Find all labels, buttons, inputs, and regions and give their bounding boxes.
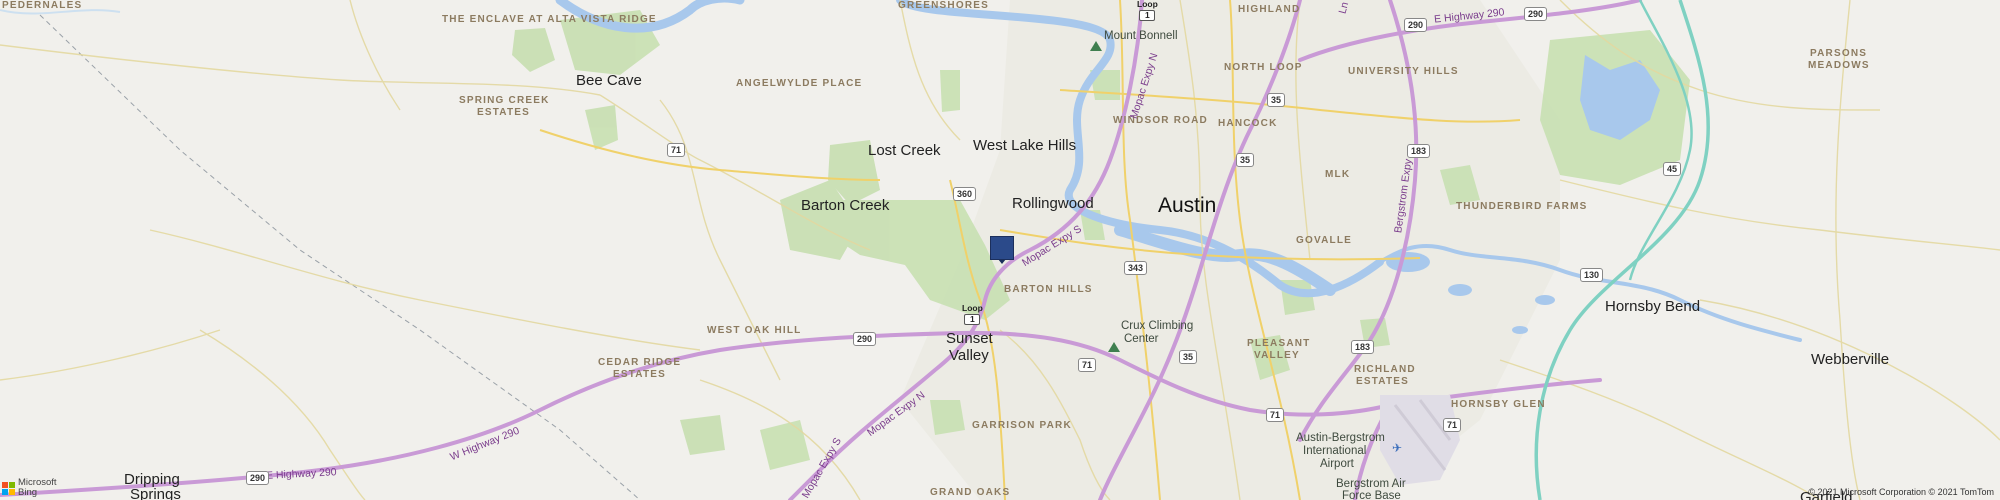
shield-loop-1-south: Loop 1 xyxy=(962,304,983,325)
poi-mount-bonnell[interactable]: Mount Bonnell xyxy=(1104,30,1178,43)
shield-71-east: 71 xyxy=(1443,418,1462,432)
shield-183-south: 183 xyxy=(1351,340,1375,354)
hood-cedar-ridge-line2: ESTATES xyxy=(613,369,667,380)
logo-square-green xyxy=(9,481,15,488)
hood-enclave: THE ENCLAVE AT ALTA VISTA RIDGE xyxy=(442,14,657,25)
hood-hancock: HANCOCK xyxy=(1218,118,1278,129)
logo-line2: Bing xyxy=(18,487,38,498)
shield-290-west: 290 xyxy=(853,332,877,346)
shield-290-ne2: 290 xyxy=(1524,7,1548,21)
map-canvas[interactable]: Bee Cave Lost Creek West Lake Hills Bart… xyxy=(0,0,2000,500)
shield-71-west: 71 xyxy=(667,143,686,157)
shield-45: 45 xyxy=(1663,162,1682,176)
hood-thunderbird-farms: THUNDERBIRD FARMS xyxy=(1456,201,1588,212)
shield-35-north: 35 xyxy=(1267,93,1286,107)
poi-crux-line2[interactable]: Center xyxy=(1124,333,1159,346)
mount-bonnell-icon[interactable] xyxy=(1090,41,1102,51)
city-sunset-valley-line2: Valley xyxy=(949,347,989,364)
hood-highland: HIGHLAND xyxy=(1238,4,1301,15)
hood-mlk: MLK xyxy=(1325,169,1351,180)
city-rollingwood: Rollingwood xyxy=(1012,195,1094,212)
hood-cedar-ridge-line1: CEDAR RIDGE xyxy=(598,357,682,368)
city-dripping-springs-line2: Springs xyxy=(130,486,181,500)
hood-west-oak-hill: WEST OAK HILL xyxy=(707,325,802,336)
logo-square-blue xyxy=(2,488,8,495)
shield-loop-1-north: Loop 1 xyxy=(1137,0,1158,21)
shield-343: 343 xyxy=(1124,261,1148,275)
hood-pleasant-valley-line2: VALLEY xyxy=(1254,350,1300,361)
location-pin[interactable] xyxy=(990,236,1014,264)
hood-university-hills: UNIVERSITY HILLS xyxy=(1348,66,1459,77)
shield-71-central: 71 xyxy=(1078,358,1097,372)
shield-35-central: 35 xyxy=(1236,153,1255,167)
hood-pleasant-valley-line1: PLEASANT xyxy=(1247,338,1311,349)
hood-garrison-park: GARRISON PARK xyxy=(972,420,1072,431)
microsoft-bing-logo: Microsoft Bing xyxy=(2,478,57,498)
logo-square-yellow xyxy=(9,488,15,495)
poi-airport-line2[interactable]: International xyxy=(1303,445,1366,458)
shield-130: 130 xyxy=(1580,268,1604,282)
city-sunset-valley-line1: Sunset xyxy=(946,330,993,347)
shield-290-southwest: 290 xyxy=(246,471,270,485)
logo-text: Microsoft Bing xyxy=(18,478,57,498)
hood-hornsby-glen: HORNSBY GLEN xyxy=(1451,399,1546,410)
loop-number: 1 xyxy=(1139,10,1156,21)
city-west-lake-hills: West Lake Hills xyxy=(973,137,1077,154)
hood-richland-line2: ESTATES xyxy=(1356,376,1410,387)
city-hornsby-bend: Hornsby Bend xyxy=(1605,298,1701,315)
hood-govalle: GOVALLE xyxy=(1296,235,1352,246)
shield-183-north: 183 xyxy=(1407,144,1431,158)
shield-360: 360 xyxy=(953,187,977,201)
airport-plane-icon[interactable]: ✈ xyxy=(1392,441,1402,455)
city-austin: Austin xyxy=(1158,194,1217,217)
microsoft-logo-icon xyxy=(2,481,15,495)
hood-spring-creek-line2: ESTATES xyxy=(477,107,531,118)
shield-35-south: 35 xyxy=(1179,350,1198,364)
poi-airport-line1[interactable]: Austin-Bergstrom xyxy=(1296,432,1385,445)
loop-label: Loop xyxy=(1137,0,1158,9)
hood-grand-oaks: GRAND OAKS xyxy=(930,487,1011,498)
poi-crux-line1[interactable]: Crux Climbing xyxy=(1121,320,1193,333)
crux-climbing-icon[interactable] xyxy=(1108,342,1120,352)
hood-parsons-meadows-line2: MEADOWS xyxy=(1808,60,1870,71)
hood-greenshores: GREENSHORES xyxy=(898,0,989,11)
hood-richland-line1: RICHLAND xyxy=(1354,364,1416,375)
hood-pedernales: PEDERNALES xyxy=(2,0,83,11)
loop-number: 1 xyxy=(964,314,981,325)
map-attribution[interactable]: © 2021 Microsoft Corporation © 2021 TomT… xyxy=(1808,487,1994,497)
city-bee-cave: Bee Cave xyxy=(576,72,642,89)
loop-label: Loop xyxy=(962,303,983,313)
poi-afb-line2: Force Base xyxy=(1342,490,1401,500)
city-lost-creek: Lost Creek xyxy=(868,142,941,159)
shield-71-central2: 71 xyxy=(1266,408,1285,422)
hood-barton-hills: BARTON HILLS xyxy=(1004,284,1093,295)
shield-290-ne: 290 xyxy=(1404,18,1428,32)
logo-square-red xyxy=(2,481,8,488)
hood-parsons-meadows-line1: PARSONS xyxy=(1810,48,1868,59)
city-barton-creek: Barton Creek xyxy=(801,197,890,214)
city-webberville: Webberville xyxy=(1811,351,1890,368)
hood-spring-creek-line1: SPRING CREEK xyxy=(459,95,550,106)
poi-afb-line1: Bergstrom Air xyxy=(1336,478,1406,490)
poi-airport-line3[interactable]: Airport xyxy=(1320,458,1354,471)
hood-angelwylde: ANGELWYLDE PLACE xyxy=(736,78,863,89)
hood-north-loop: NORTH LOOP xyxy=(1224,62,1303,73)
